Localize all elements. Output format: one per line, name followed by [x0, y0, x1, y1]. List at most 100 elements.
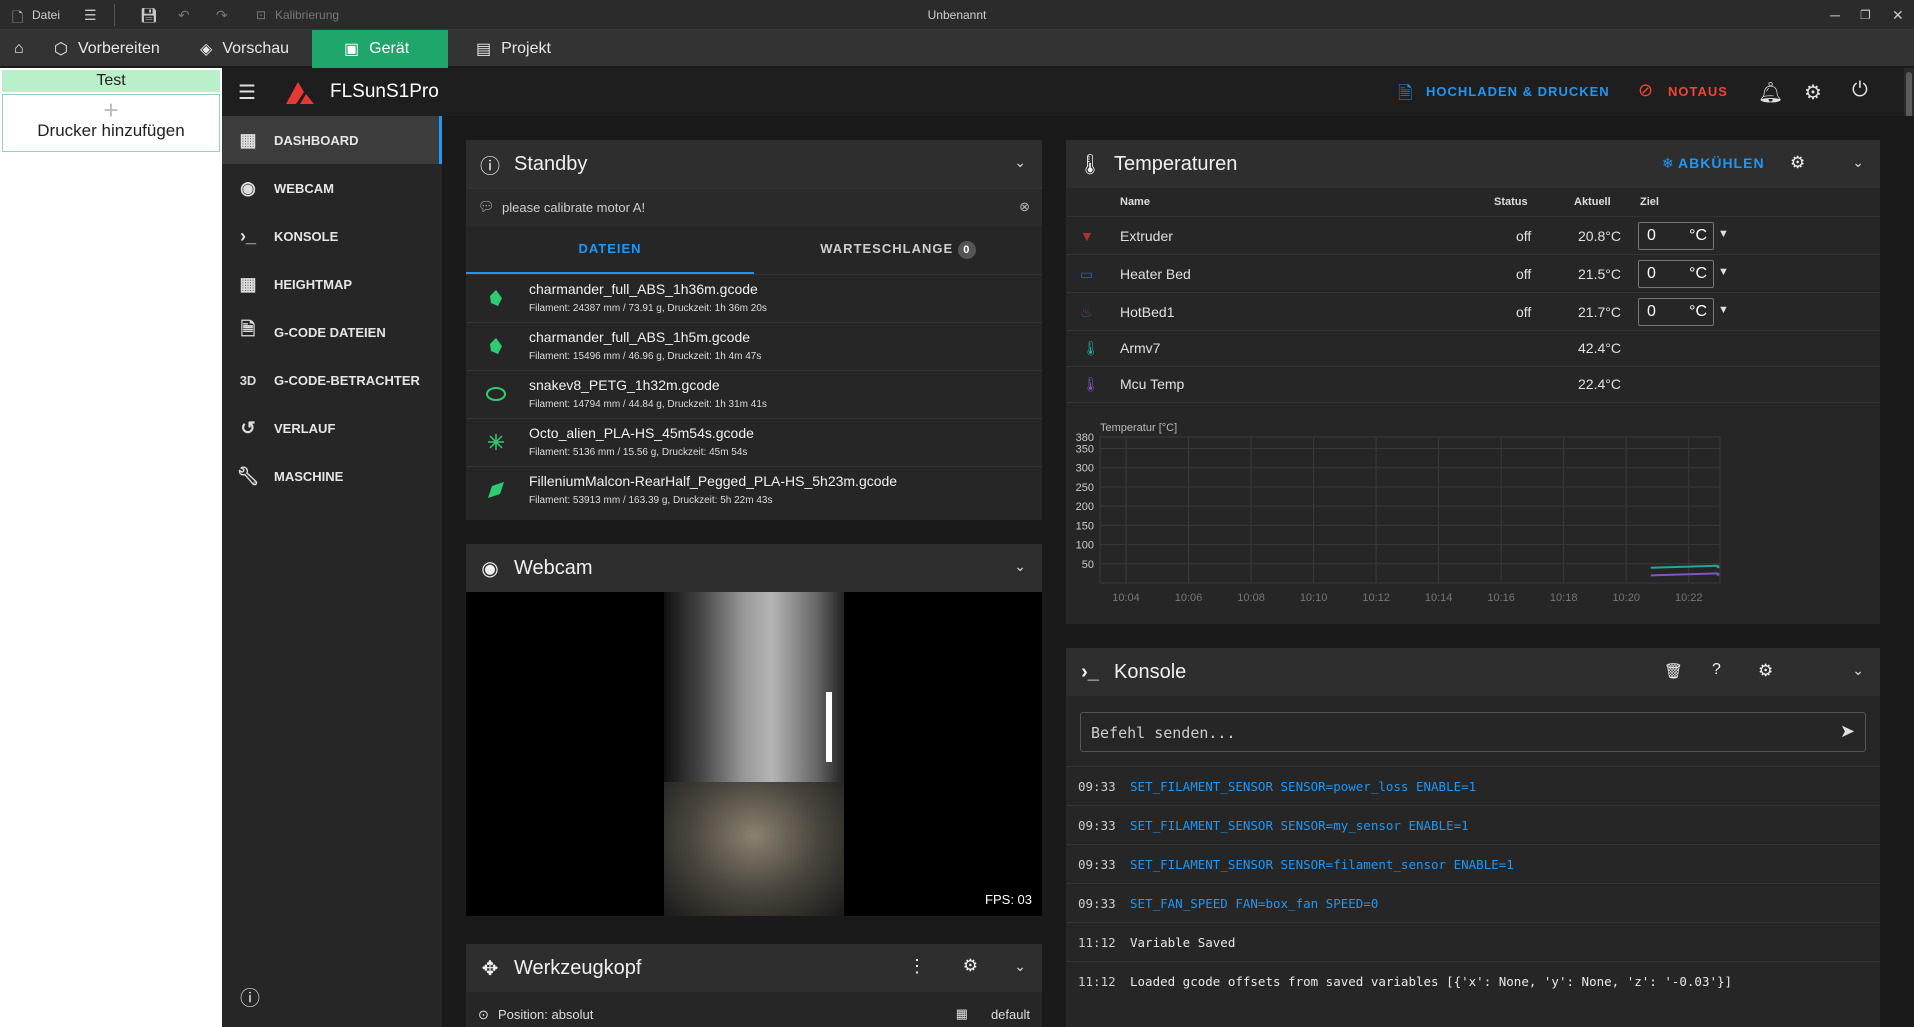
file-meta: Filament: 5136 mm / 15.56 g, Druckzeit: … [529, 447, 748, 458]
hamburger-icon[interactable]: ☰ [238, 80, 256, 105]
chevron-down-icon[interactable]: ⌄ [1852, 154, 1864, 171]
trash-icon[interactable]: 🗑︎ [1664, 662, 1683, 680]
temperatures-card: 🌡︎ Temperaturen ❄ ABKÜHLEN ⚙ ⌄ Name Stat… [1066, 140, 1880, 624]
home-icon: ⌂ [14, 40, 24, 57]
temperatures-card-header: 🌡︎ Temperaturen ❄ ABKÜHLEN ⚙ ⌄ [1066, 140, 1880, 188]
help-icon[interactable]: ⓘ [240, 982, 260, 1011]
target-value: 0 [1647, 265, 1656, 282]
console-message[interactable]: SET_FILAMENT_SENSOR SENSOR=power_loss EN… [1130, 779, 1476, 794]
chevron-down-icon[interactable]: ⌄ [1014, 958, 1026, 975]
console-message[interactable]: SET_FAN_SPEED FAN=box_fan SPEED=0 [1130, 896, 1378, 911]
app-tab-bar: ⌂ ⬡ Vorbereiten ◈ Vorschau ▣ Gerät ▤ Projekt [0, 30, 1914, 68]
console-placeholder: Befehl senden... [1091, 724, 1236, 742]
gear-icon[interactable]: ⚙ [1790, 153, 1805, 173]
mainsail-header: ☰ FLSunS1Pro 🗎︎ HOCHLADEN & DRUCKEN ⊘ NO… [222, 68, 1914, 1027]
tab-label: Vorschau [222, 40, 290, 57]
sidebar-item-heightmap[interactable]: ▦ HEIGHTMAP [222, 260, 442, 308]
console-message: Variable Saved [1130, 935, 1236, 950]
console-message[interactable]: SET_FILAMENT_SENSOR SENSOR=my_sensor ENA… [1130, 818, 1469, 833]
file-row[interactable]: charmander_full_ABS_1h36m.gcode Filament… [466, 274, 1042, 322]
chart-xtick-label: 10:14 [1425, 592, 1453, 604]
temp-status: off [1516, 304, 1532, 320]
power-icon[interactable]: ⏻ [1852, 79, 1868, 102]
chart-xtick-label: 10:04 [1112, 592, 1140, 604]
chevron-down-icon[interactable]: ⌄ [1014, 558, 1026, 575]
settings-icon[interactable]: ⚙ [1804, 80, 1822, 105]
dismiss-icon[interactable]: ⊗ [1019, 199, 1030, 215]
thermometer-icon: 🌡︎ [1077, 153, 1103, 176]
bell-icon[interactable]: 🔔︎ [1758, 80, 1783, 105]
cooldown-button[interactable]: ABKÜHLEN [1678, 155, 1765, 171]
temp-name: Armv7 [1120, 340, 1161, 356]
file-row[interactable]: Octo_alien_PLA-HS_45m54s.gcode Filament:… [466, 418, 1042, 466]
sidebar-item-dashboard[interactable]: ▦ DASHBOARD [222, 116, 442, 164]
file-meta: Filament: 15496 mm / 46.96 g, Druckzeit:… [529, 351, 762, 362]
file-row[interactable]: charmander_full_ABS_1h5m.gcode Filament:… [466, 322, 1042, 370]
tab-label: Vorbereiten [77, 40, 160, 57]
chart-ytick-label: 350 [1076, 444, 1094, 456]
upload-print-button[interactable]: HOCHLADEN & DRUCKEN [1426, 84, 1610, 99]
console-input[interactable]: Befehl senden... ➤ [1080, 712, 1866, 752]
sidebar-item-webcam[interactable]: ◉ WEBCAM [222, 164, 442, 212]
webcam-card-header: ◉ Webcam ⌄ [466, 544, 1042, 592]
sidebar-item-machine[interactable]: 🔧︎ MASCHINE [222, 452, 442, 500]
printer-tab-test[interactable]: Test [2, 70, 220, 92]
toolhead-profile[interactable]: default [991, 1007, 1030, 1022]
caret-down-icon[interactable]: ▼ [1718, 304, 1729, 316]
file-row[interactable]: snakev8_PETG_1h32m.gcode Filament: 14794… [466, 370, 1042, 418]
chart-series-line [1650, 572, 1719, 577]
estop-icon: ⊘ [1638, 80, 1654, 100]
temp-status: off [1516, 228, 1532, 244]
tab-files[interactable]: DATEIEN [466, 226, 754, 274]
temp-name: Heater Bed [1120, 266, 1191, 282]
sidebar-item-label: KONSOLE [274, 228, 339, 244]
emergency-stop-button[interactable]: NOTAUS [1668, 84, 1728, 99]
send-icon[interactable]: ➤ [1840, 721, 1855, 742]
caret-down-icon[interactable]: ▼ [1718, 228, 1729, 240]
sidebar-item-gcode-viewer[interactable]: 3D G-CODE-BETRACHTER [222, 356, 442, 404]
chevron-down-icon[interactable]: ⌄ [1014, 154, 1026, 171]
minimize-icon[interactable]: ─ [1830, 7, 1840, 23]
sidebar-item-console[interactable]: ›_ KONSOLE [222, 212, 442, 260]
caret-down-icon[interactable]: ▼ [1718, 266, 1729, 278]
file-row[interactable]: FilleniumMalcon-RearHalf_Pegged_PLA-HS_5… [466, 466, 1042, 514]
target-input[interactable]: 0 °C [1638, 222, 1714, 250]
gear-icon[interactable]: ⚙ [963, 956, 978, 976]
console-line: 09:33 SET_FAN_SPEED FAN=box_fan SPEED=0 [1066, 883, 1880, 922]
target-input[interactable]: 0 °C [1638, 298, 1714, 326]
console-card: ›_ Konsole 🗑︎ ? ⚙ ⌄ Befehl senden... ➤ 0… [1066, 648, 1880, 1027]
chevron-down-icon[interactable]: ⌄ [1852, 662, 1864, 679]
file-name: charmander_full_ABS_1h36m.gcode [529, 281, 758, 297]
home-tab[interactable]: ⌂ [0, 30, 40, 68]
console-message[interactable]: SET_FILAMENT_SENSOR SENSOR=filament_sens… [1130, 857, 1514, 872]
sidebar-item-gcode-files[interactable]: 🗎︎ G-CODE DATEIEN [222, 308, 442, 356]
tab-prepare[interactable]: ⬡ Vorbereiten [40, 30, 188, 68]
chart-xtick-label: 10:08 [1237, 592, 1265, 604]
cube-icon: ⬡ [54, 41, 68, 58]
add-printer-label: Drucker hinzufügen [37, 121, 185, 140]
file-icon: 🗎︎ [240, 319, 256, 339]
help-icon[interactable]: ? [1712, 661, 1721, 679]
queue-count-badge: 0 [957, 241, 976, 259]
sidebar-item-history[interactable]: ↺ VERLAUF [222, 404, 442, 452]
close-icon[interactable]: ✕ [1892, 7, 1904, 24]
target-value: 0 [1647, 227, 1656, 244]
temp-row-hotbed1: ♨ HotBed1 off 21.7°C 0 °C ▼ [1066, 292, 1880, 330]
chart-ytick-label: 300 [1076, 463, 1094, 475]
device-icon: ▣ [344, 41, 360, 58]
dashboard-main: ⓘ Standby ⌄ 💬︎ please calibrate motor A!… [442, 116, 1914, 1027]
console-time: 09:33 [1078, 896, 1116, 911]
more-icon[interactable]: ⋮ [908, 956, 926, 977]
target-input[interactable]: 0 °C [1638, 260, 1714, 288]
temp-name: Extruder [1120, 228, 1173, 244]
grid-icon: ▦ [239, 273, 257, 294]
column-name: Name [1120, 196, 1150, 208]
tab-project[interactable]: ▤ Projekt [462, 30, 592, 68]
tab-queue[interactable]: WARTESCHLANGE 0 [754, 226, 1042, 274]
file-meta: Filament: 53913 mm / 163.39 g, Druckzeit… [529, 495, 773, 506]
tab-device[interactable]: ▣ Gerät [312, 30, 448, 68]
maximize-icon[interactable]: ❐ [1860, 8, 1871, 22]
gear-icon[interactable]: ⚙ [1758, 661, 1773, 681]
tab-preview[interactable]: ◈ Vorschau [186, 30, 312, 68]
add-printer-button[interactable]: + Drucker hinzufügen [2, 94, 220, 152]
